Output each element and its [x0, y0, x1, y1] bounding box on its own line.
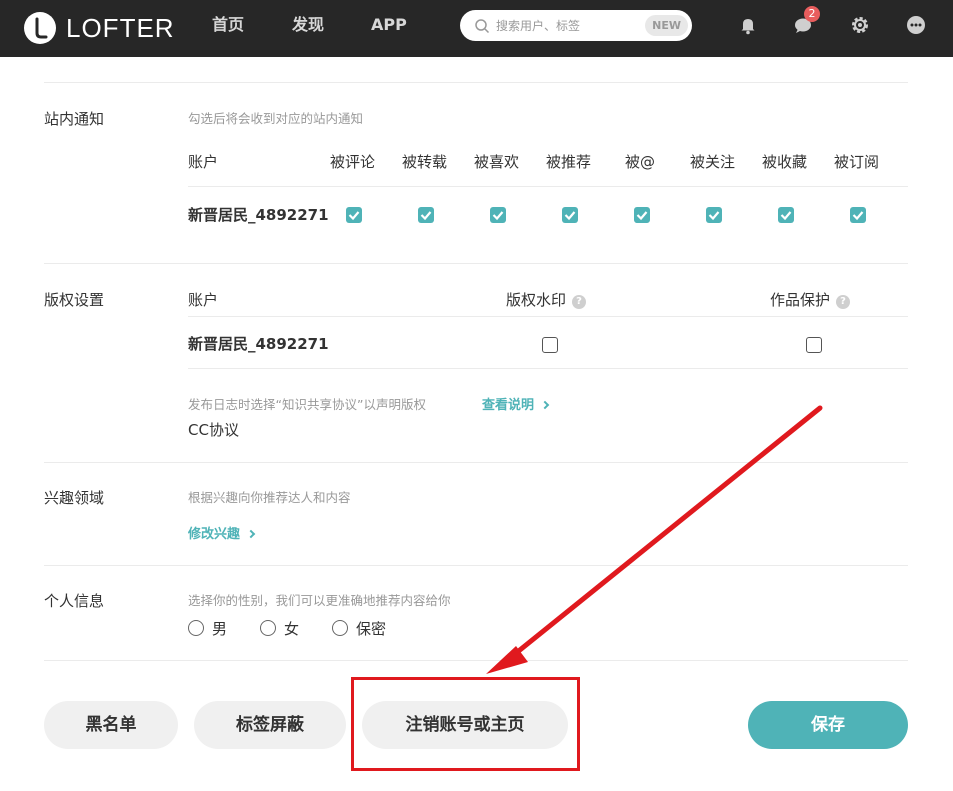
annotation-arrow	[486, 405, 823, 674]
